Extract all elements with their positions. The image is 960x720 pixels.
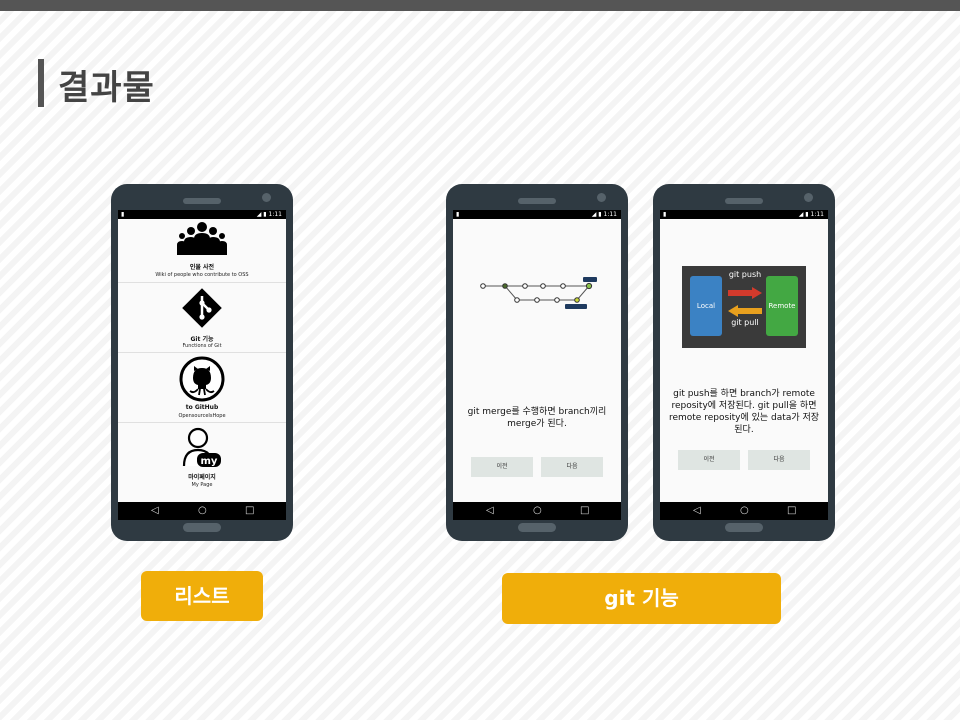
- slide-title: 결과물: [58, 68, 155, 108]
- local-box: Local: [690, 276, 722, 336]
- status-time: ◢ ▮ 1:11: [798, 211, 824, 218]
- list-item-subtitle: OpensourceIsHope: [178, 413, 226, 419]
- phone-camera: [597, 193, 606, 202]
- phone-camera: [804, 193, 813, 202]
- my-badge-text: my: [201, 456, 218, 467]
- list-item-title: Git 기능: [190, 336, 214, 343]
- nav-bar: ◁ ○ □: [453, 502, 621, 520]
- home-icon[interactable]: ○: [740, 504, 749, 518]
- status-bar: ▮ ◢ ▮ 1:11: [453, 210, 621, 219]
- git-push-screen: ▮ ◢ ▮ 1:11 Local Remote git push git pul…: [660, 210, 828, 520]
- back-icon[interactable]: ◁: [693, 504, 701, 518]
- status-time: ◢ ▮ 1:11: [256, 211, 282, 218]
- phone-speaker: [183, 198, 221, 204]
- people-icon: [118, 221, 286, 259]
- home-icon[interactable]: ○: [198, 504, 207, 518]
- nav-bar: ◁ ○ □: [660, 502, 828, 520]
- status-bar: ▮ ◢ ▮ 1:11: [118, 210, 286, 219]
- git-pull-label: git pull: [731, 318, 759, 327]
- recent-apps-icon[interactable]: □: [245, 504, 254, 518]
- sd-card-icon: ▮: [663, 211, 667, 218]
- list-item-title: to GitHub: [185, 404, 219, 411]
- phone-home-button: [518, 523, 556, 532]
- status-time: ◢ ▮ 1:11: [591, 211, 617, 218]
- phone-speaker: [518, 198, 556, 204]
- phone-git-merge: ▮ ◢ ▮ 1:11 git merge를 수행하면 branch끼리 merg…: [446, 184, 628, 541]
- git-logo-icon: [118, 284, 286, 336]
- phone-git-push: ▮ ◢ ▮ 1:11 Local Remote git push git pul…: [653, 184, 835, 541]
- phone-home-button: [725, 523, 763, 532]
- list-label: 리스트: [141, 571, 263, 621]
- list-item-subtitle: My Page: [191, 482, 213, 488]
- list-item-subtitle: Wiki of people who contribute to OSS: [155, 272, 249, 278]
- list-item-subtitle: Functions of Git: [182, 343, 222, 349]
- list-item-title: 마이페이지: [188, 474, 216, 481]
- sd-card-icon: ▮: [121, 211, 125, 218]
- my-page-icon: my: [118, 426, 286, 472]
- home-icon[interactable]: ○: [533, 504, 542, 518]
- next-button[interactable]: 다음: [748, 450, 810, 470]
- recent-apps-icon[interactable]: □: [580, 504, 589, 518]
- list-item-github[interactable]: to GitHub OpensourceIsHope: [118, 352, 286, 423]
- back-icon[interactable]: ◁: [486, 504, 494, 518]
- push-pull-diagram: Local Remote git push git pull: [682, 266, 806, 348]
- recent-apps-icon[interactable]: □: [787, 504, 796, 518]
- top-bar: [0, 0, 960, 11]
- list-item-my-page[interactable]: my 마이페이지 My Page: [118, 422, 286, 494]
- git-feature-label: git 기능: [502, 573, 781, 624]
- merge-graph-image: [473, 268, 603, 322]
- next-button[interactable]: 다음: [541, 457, 603, 477]
- merge-description: git merge를 수행하면 branch끼리 merge가 된다.: [467, 407, 607, 429]
- push-description: git push를 하면 branch가 remote reposity에 저장…: [668, 389, 820, 435]
- list-screen: ▮ ◢ ▮ 1:11 인물 사전 Wiki of people who cont…: [118, 210, 286, 520]
- push-arrow-icon: [728, 284, 762, 303]
- git-push-label: git push: [728, 270, 762, 279]
- phone-home-button: [183, 523, 221, 532]
- git-merge-screen: ▮ ◢ ▮ 1:11 git merge를 수행하면 branch끼리 merg…: [453, 210, 621, 520]
- list-item-people[interactable]: 인물 사전 Wiki of people who contribute to O…: [118, 219, 286, 283]
- phone-camera: [262, 193, 271, 202]
- phone-speaker: [725, 198, 763, 204]
- nav-bar: ◁ ○ □: [118, 502, 286, 520]
- sd-card-icon: ▮: [456, 211, 460, 218]
- octocat-icon: [118, 356, 286, 406]
- list-item-git[interactable]: Git 기능 Functions of Git: [118, 282, 286, 353]
- status-bar: ▮ ◢ ▮ 1:11: [660, 210, 828, 219]
- remote-box: Remote: [766, 276, 798, 336]
- prev-button[interactable]: 이전: [678, 450, 740, 470]
- phone-list: ▮ ◢ ▮ 1:11 인물 사전 Wiki of people who cont…: [111, 184, 293, 541]
- title-accent-bar: [38, 59, 44, 107]
- back-icon[interactable]: ◁: [151, 504, 159, 518]
- list-item-title: 인물 사전: [189, 264, 215, 271]
- prev-button[interactable]: 이전: [471, 457, 533, 477]
